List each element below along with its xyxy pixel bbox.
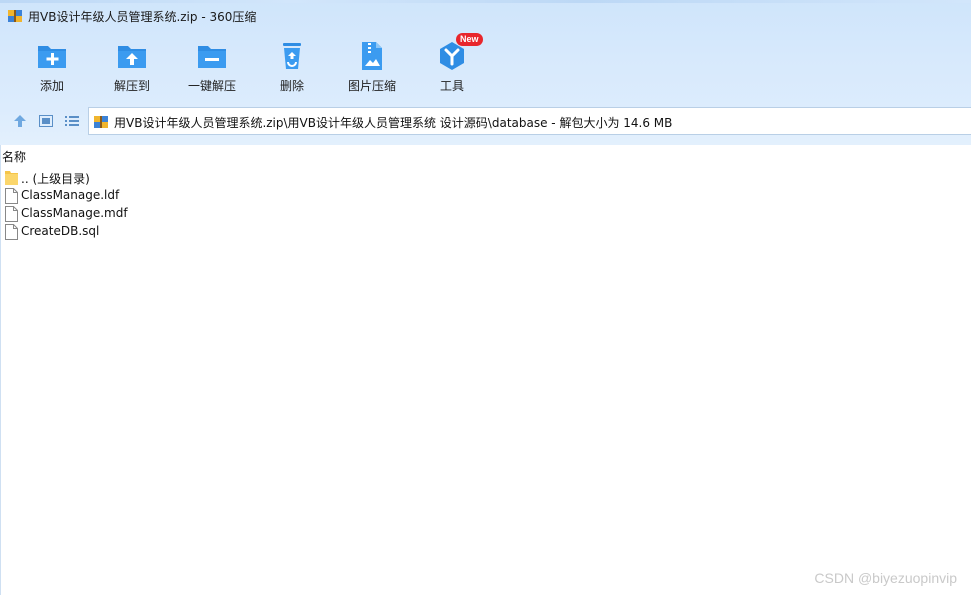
extract-to-icon: [118, 46, 146, 68]
new-badge: New: [456, 33, 483, 46]
column-header[interactable]: 名称: [0, 147, 971, 165]
navigation-bar: 用VB设计年级人员管理系统.zip\用VB设计年级人员管理系统 设计源码\dat…: [0, 106, 971, 136]
image-compress-button[interactable]: 图片压缩: [332, 36, 412, 98]
thumbnail-view-icon[interactable]: [38, 113, 54, 129]
image-compress-icon: [362, 42, 382, 70]
up-arrow-icon[interactable]: [12, 113, 28, 129]
add-button[interactable]: 添加: [12, 36, 92, 98]
file-icon: [5, 224, 18, 240]
list-item-name: CreateDB.sql: [21, 224, 100, 238]
column-name-label: 名称: [2, 150, 27, 164]
address-path: 用VB设计年级人员管理系统.zip\用VB设计年级人员管理系统 设计源码\dat…: [114, 116, 673, 130]
image-compress-label: 图片压缩: [347, 79, 396, 93]
one-click-extract-button[interactable]: 一键解压: [172, 36, 252, 98]
delete-label: 删除: [279, 79, 304, 93]
delete-icon: [283, 43, 301, 69]
delete-button[interactable]: 删除: [252, 36, 332, 98]
extract-to-button[interactable]: 解压到: [92, 36, 172, 98]
add-icon: [38, 46, 66, 68]
list-item-name: ClassManage.ldf: [21, 188, 120, 202]
file-icon: [5, 188, 18, 204]
folder-icon: [5, 171, 18, 185]
archive-app-icon: [8, 10, 22, 22]
extract-to-label: 解压到: [113, 79, 150, 93]
tools-button[interactable]: New 工具: [412, 33, 492, 98]
main-toolbar: 添加 解压到 一键解压 删除 图片压缩 New 工具: [0, 33, 971, 100]
list-item[interactable]: ClassManage.ldf: [3, 187, 303, 205]
list-item-name: ClassManage.mdf: [21, 206, 128, 220]
list-item[interactable]: CreateDB.sql: [3, 223, 303, 241]
watermark: CSDN @biyezuopinvip: [814, 570, 957, 586]
file-icon: [5, 206, 18, 222]
address-bar[interactable]: 用VB设计年级人员管理系统.zip\用VB设计年级人员管理系统 设计源码\dat…: [88, 107, 971, 135]
window-title: 用VB设计年级人员管理系统.zip - 360压缩: [28, 10, 257, 24]
list-item-parent-dir[interactable]: .. (上级目录): [3, 169, 303, 187]
add-label: 添加: [39, 79, 64, 93]
archive-icon: [94, 116, 108, 128]
title-bar[interactable]: 用VB设计年级人员管理系统.zip - 360压缩: [0, 3, 971, 29]
one-click-extract-label: 一键解压: [187, 79, 236, 93]
tools-label: 工具: [439, 79, 464, 93]
list-view-icon[interactable]: [64, 113, 80, 129]
app-window: 用VB设计年级人员管理系统.zip - 360压缩 添加 解压到 一键解压 删除…: [0, 0, 971, 595]
list-item[interactable]: ClassManage.mdf: [3, 205, 303, 223]
content-left-border: [0, 145, 1, 595]
list-item-name: .. (上级目录): [21, 172, 90, 186]
one-click-extract-icon: [198, 46, 226, 68]
